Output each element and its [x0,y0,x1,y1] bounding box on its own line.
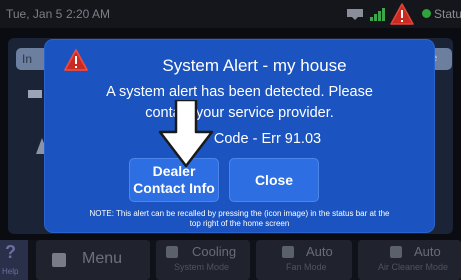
system-mode-label: System Mode [174,262,230,272]
close-button[interactable]: Close [229,158,319,202]
status-label[interactable]: Status [434,7,461,21]
thermostat-screen: Tue, Jan 5 2:20 AM Status In ture ? Help [0,0,461,280]
dialog-message-line1: A system alert has been detected. Please [106,84,373,100]
alert-status-icon[interactable] [390,3,414,25]
status-dot-icon [422,9,431,18]
dialog-note-line2: top right of the home screen [189,219,290,228]
air-cleaner-mode-value: Auto [414,244,441,259]
dialog-title: System Alert - my house [162,56,347,75]
status-bar: Tue, Jan 5 2:20 AM Status [0,0,461,28]
bottom-nav: ? Help Menu Cooling System Mode Auto Fan… [0,240,461,280]
air-cleaner-mode-label: Air Cleaner Mode [378,262,449,272]
status-date: Tue, Jan 5 [6,7,63,21]
cooling-icon [166,246,178,258]
dialog-note-line1: NOTE: This alert can be recalled by pres… [89,209,390,218]
system-mode-value: Cooling [192,244,237,259]
menu-icon [52,253,66,267]
air-cleaner-icon [390,246,402,258]
fan-mode-label: Fan Mode [286,262,327,272]
signal-icon [370,8,385,21]
help-label: Help [2,267,19,276]
network-icon [347,9,363,20]
pointer-arrow-icon [158,100,214,168]
menu-label: Menu [82,250,123,267]
dialog-message: A system alert has been detected. Please… [45,82,434,124]
error-code: Code - Err 91.03 [213,131,322,147]
fan-mode-button[interactable]: Auto Fan Mode [256,240,352,280]
menu-button[interactable]: Menu [36,240,150,280]
help-icon: ? [5,242,16,262]
system-alert-dialog: System Alert - my house A system alert h… [45,40,434,232]
status-time: 2:20 AM [66,7,111,21]
dialog-message-line2: contact your service provider. [145,105,334,121]
dealer-button-line2: Contact Info [133,180,215,196]
dialog-note: NOTE: This alert can be recalled by pres… [45,209,434,229]
fan-mode-value: Auto [306,244,333,259]
air-cleaner-mode-button[interactable]: Auto Air Cleaner Mode [358,240,461,280]
help-button[interactable]: ? Help [0,240,28,280]
fan-icon [282,246,294,258]
system-mode-button[interactable]: Cooling System Mode [156,240,250,280]
background-bar-icon [28,90,42,98]
